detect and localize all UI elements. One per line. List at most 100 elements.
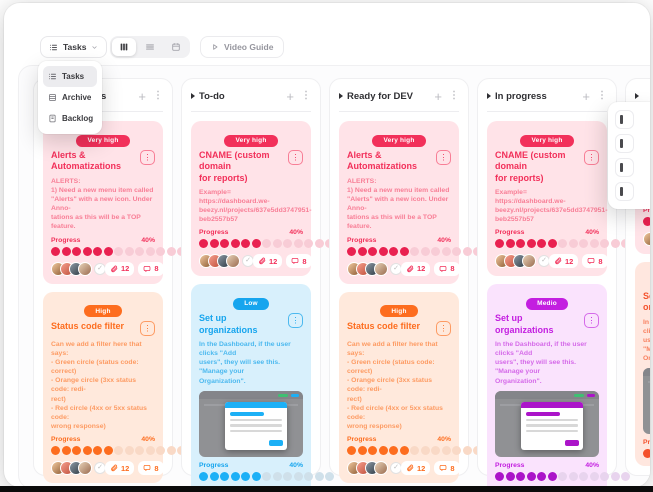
dropdown-item-backlog[interactable]: Backlog — [43, 108, 97, 129]
context-menu-item[interactable] — [615, 110, 634, 129]
progress-percent: 40% — [289, 462, 303, 469]
priority-badge: Very high — [224, 135, 277, 147]
tasks-dropdown-label: Tasks — [63, 42, 86, 52]
task-card[interactable]: High Status code filter ⋮ Can we add a f… — [43, 292, 163, 484]
card-menu-button[interactable]: ⋮ — [288, 313, 303, 328]
task-card[interactable]: Very high CNAME (custom domain for repor… — [487, 121, 607, 276]
list-view-button[interactable] — [138, 38, 162, 56]
assignee-avatars[interactable]: ✓ — [51, 262, 101, 276]
links-count[interactable]: 12 — [105, 262, 134, 276]
task-card[interactable]: Medio Set up organizations ⋮ In the Dash… — [487, 284, 607, 487]
calendar-icon — [171, 42, 181, 52]
add-card-button[interactable]: + — [582, 90, 590, 103]
links-count[interactable]: 12 — [401, 262, 430, 276]
attachment-screenshot[interactable] — [495, 391, 599, 457]
context-menu-panel — [608, 102, 650, 209]
paperclip-icon — [554, 257, 562, 265]
comments-count[interactable]: 8 — [582, 254, 607, 268]
add-card-button[interactable]: + — [434, 90, 442, 103]
avatar — [78, 461, 92, 475]
progress-dots — [643, 449, 650, 458]
card-description: ALERTS: 1) Need a new menu item called "… — [347, 177, 451, 232]
task-card[interactable]: Low Set up organizations ⋮ In the Dashbo… — [191, 284, 311, 487]
task-card[interactable]: Very high CNAME (custom domain for repor… — [191, 121, 311, 276]
card-menu-button[interactable]: ⋮ — [584, 150, 599, 165]
document-icon — [48, 114, 57, 123]
collapse-arrow-icon[interactable] — [635, 93, 639, 99]
calendar-view-button[interactable] — [164, 38, 188, 56]
card-menu-button[interactable]: ⋮ — [436, 321, 451, 336]
progress-dots — [51, 446, 155, 455]
avatar — [522, 254, 536, 268]
kanban-view-button[interactable] — [112, 38, 136, 56]
card-menu-button[interactable]: ⋮ — [140, 321, 155, 336]
collapse-arrow-icon[interactable] — [339, 93, 343, 99]
assignee-avatars[interactable]: ✓ — [199, 254, 249, 268]
comments-count-value: 8 — [598, 257, 602, 266]
avatar — [374, 461, 388, 475]
links-count-value: 12 — [121, 464, 129, 473]
column-menu-button[interactable]: ⋮ — [597, 91, 607, 101]
assignee-avatars[interactable]: ✓ — [51, 461, 101, 475]
progress-percent: 40% — [437, 436, 451, 443]
card-menu-button[interactable]: ⋮ — [584, 313, 599, 328]
assignee-avatars[interactable]: ✓ — [495, 254, 545, 268]
kanban-column-1: s + ⋮ Very high Alerts & Automatizations… — [33, 78, 173, 476]
assignee-avatars[interactable]: ✓ — [347, 262, 397, 276]
assignee-avatars[interactable]: ✓ — [347, 461, 397, 475]
comments-count[interactable]: 8 — [138, 262, 163, 276]
priority-badge: Very high — [76, 135, 129, 147]
card-menu-button[interactable]: ⋮ — [140, 150, 155, 165]
attachment-screenshot[interactable] — [199, 391, 303, 457]
add-card-button[interactable]: + — [286, 90, 294, 103]
context-menu-item[interactable] — [615, 182, 634, 201]
links-count[interactable]: 12 — [401, 461, 430, 475]
card-description: Example= https://dashboard.we- beezy.nl/… — [199, 188, 303, 225]
kanban-icon — [119, 42, 129, 52]
progress-dots — [199, 472, 303, 481]
comments-count-value: 8 — [450, 464, 454, 473]
attachment-screenshot[interactable] — [643, 368, 650, 434]
context-menu-item[interactable] — [615, 158, 634, 177]
card-description: Example= https://dashboard.we- beezy.nl/… — [495, 188, 599, 225]
links-count[interactable]: 12 — [549, 254, 578, 268]
card-description: In the Dashboard, if the user clicks "Ad… — [199, 340, 303, 386]
list-icon — [48, 72, 57, 81]
collapse-arrow-icon[interactable] — [487, 93, 491, 99]
card-menu-button[interactable]: ⋮ — [436, 150, 451, 165]
comments-count[interactable]: 8 — [138, 461, 163, 475]
task-card[interactable]: Very high Alerts & Automatizations ⋮ ALE… — [43, 121, 163, 284]
priority-badge: Medio — [526, 298, 568, 310]
task-card[interactable]: Very high Alerts & Automatizations ⋮ ALE… — [339, 121, 459, 284]
comments-count[interactable]: 8 — [434, 262, 459, 276]
context-menu-item[interactable] — [615, 134, 634, 153]
dropdown-item-archive[interactable]: Archive — [43, 87, 97, 108]
links-count-value: 12 — [417, 464, 425, 473]
video-guide-button[interactable]: Video Guide — [200, 36, 284, 58]
links-count[interactable]: 12 — [253, 254, 282, 268]
priority-badge: High — [84, 305, 121, 317]
assignee-avatars[interactable]: ✓ — [643, 232, 650, 246]
dropdown-item-tasks[interactable]: Tasks — [43, 66, 97, 87]
add-card-button[interactable]: + — [138, 90, 146, 103]
comments-count-value: 8 — [302, 257, 306, 266]
comments-count[interactable]: 8 — [286, 254, 311, 268]
comments-count-value: 8 — [450, 264, 454, 273]
tasks-dropdown-button[interactable]: Tasks — [40, 36, 107, 58]
task-card[interactable]: High Status code filter ⋮ Can we add a f… — [339, 292, 459, 484]
column-menu-button[interactable]: ⋮ — [301, 91, 311, 101]
comment-icon — [439, 464, 447, 472]
card-menu-button[interactable]: ⋮ — [288, 150, 303, 165]
task-card[interactable]: Set up organizations ⋮ In the Dashboard,… — [635, 262, 650, 466]
kanban-column-ready-for-dev: Ready for DEV + ⋮ Very high Alerts & Aut… — [329, 78, 469, 476]
progress-dots — [51, 247, 155, 256]
bottom-edge-bar — [0, 486, 653, 492]
collapse-arrow-icon[interactable] — [191, 93, 195, 99]
paperclip-icon — [110, 265, 118, 273]
column-menu-button[interactable]: ⋮ — [449, 91, 459, 101]
archive-icon — [48, 93, 57, 102]
progress-dots — [495, 472, 599, 481]
links-count[interactable]: 12 — [105, 461, 134, 475]
column-menu-button[interactable]: ⋮ — [153, 91, 163, 101]
comments-count[interactable]: 8 — [434, 461, 459, 475]
